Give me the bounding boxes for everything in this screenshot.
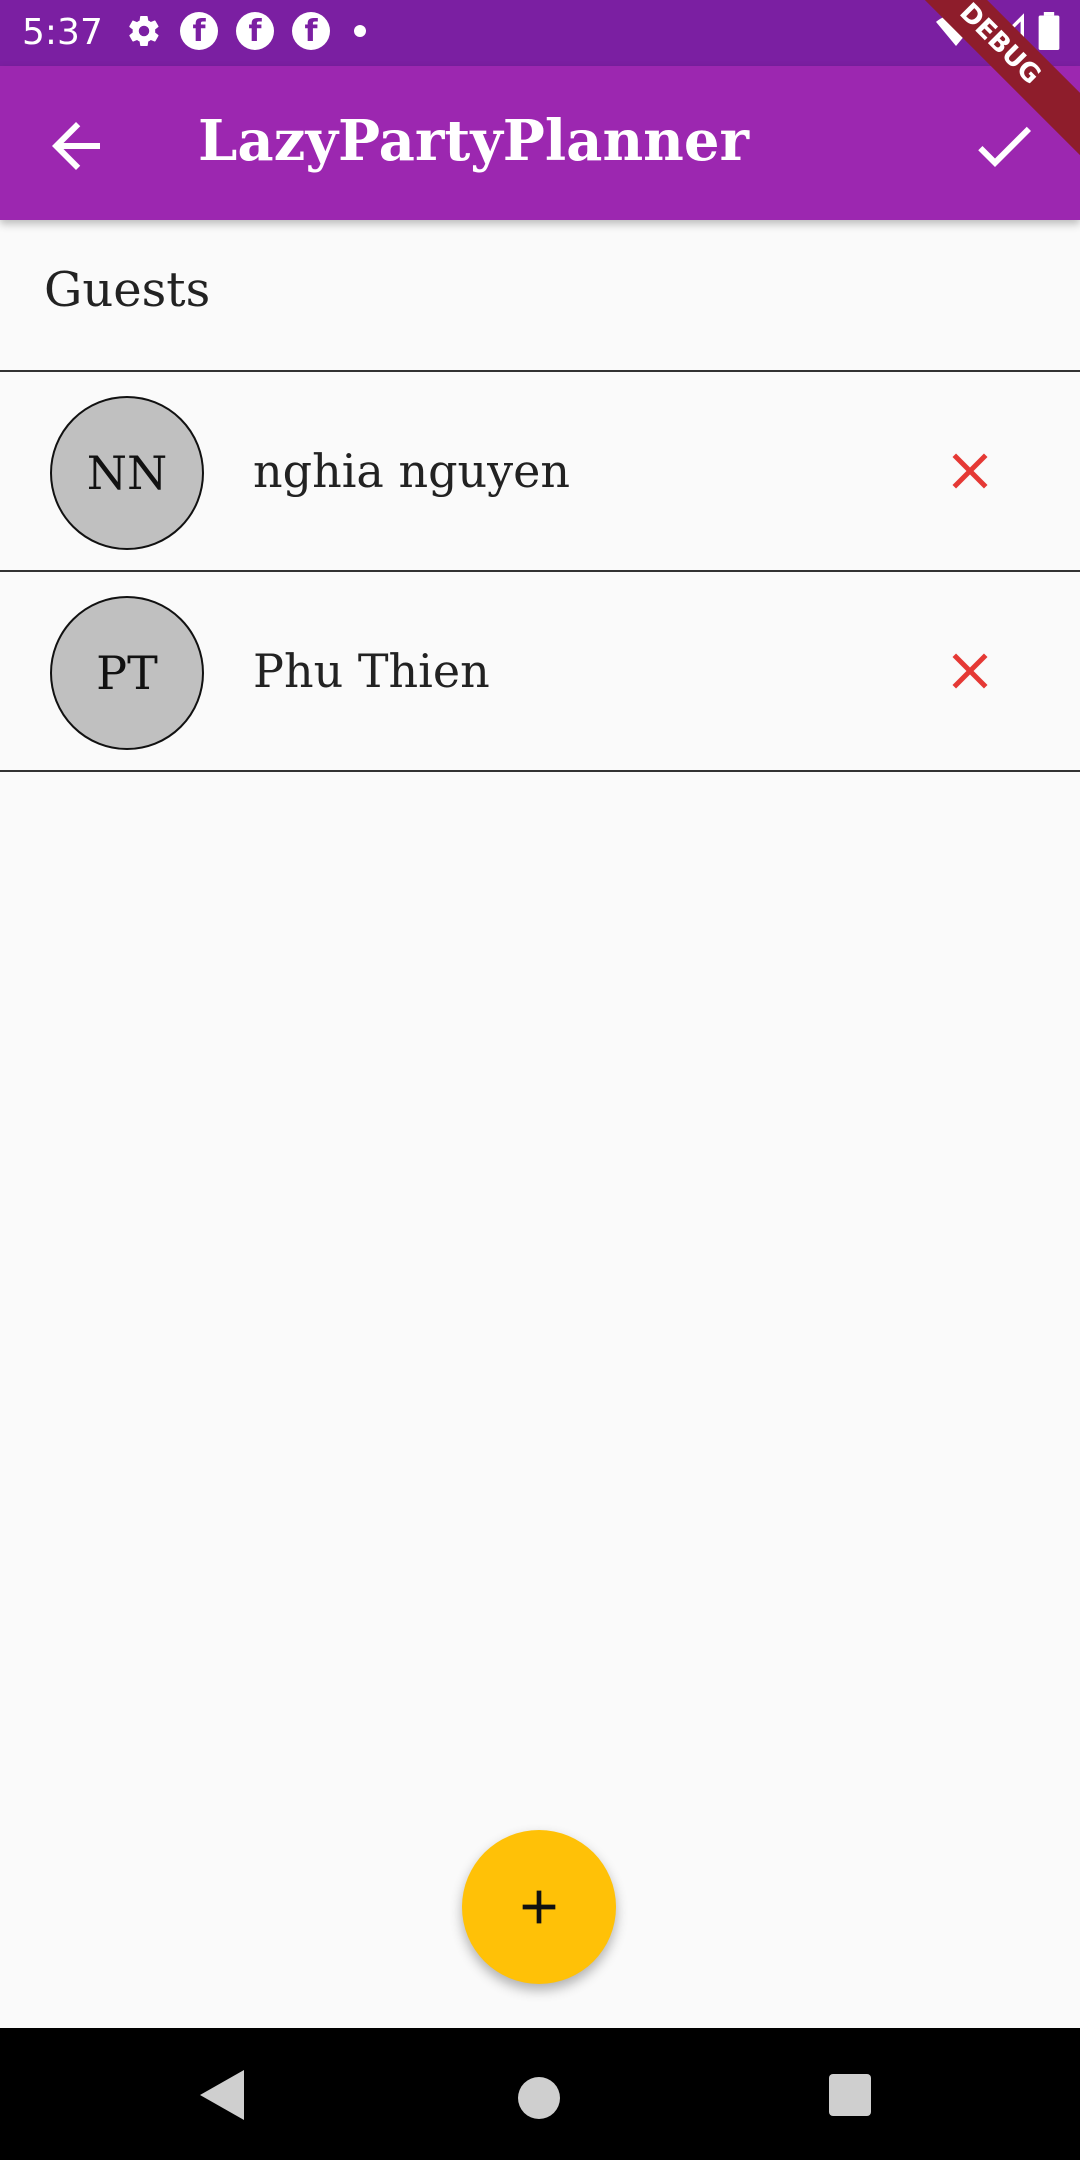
guest-name: nghia nguyen bbox=[253, 444, 570, 498]
status-bar: 5:37 f f f bbox=[0, 0, 1080, 66]
close-icon bbox=[952, 453, 988, 489]
facebook-icon: f bbox=[292, 12, 330, 50]
remove-guest-button[interactable] bbox=[940, 641, 1000, 701]
plus-icon bbox=[522, 1890, 556, 1924]
section-title: Guests bbox=[44, 262, 211, 318]
facebook-icon: f bbox=[180, 12, 218, 50]
status-time: 5:37 bbox=[22, 12, 103, 53]
system-nav-bar bbox=[0, 2028, 1080, 2160]
back-button[interactable] bbox=[40, 110, 112, 182]
dot-icon bbox=[354, 25, 366, 37]
facebook-icon: f bbox=[236, 12, 274, 50]
close-icon bbox=[952, 653, 988, 689]
guest-name: Phu Thien bbox=[253, 644, 490, 698]
list-item[interactable]: PT Phu Thien bbox=[0, 572, 1080, 770]
avatar: NN bbox=[50, 396, 204, 550]
avatar: PT bbox=[50, 596, 204, 750]
check-icon bbox=[978, 126, 1031, 167]
nav-recents-icon[interactable] bbox=[829, 2074, 871, 2116]
add-guest-button[interactable] bbox=[462, 1830, 616, 1984]
status-notification-icons: f f f bbox=[126, 12, 366, 50]
arrow-back-icon bbox=[52, 122, 100, 170]
list-item[interactable]: NN nghia nguyen bbox=[0, 372, 1080, 570]
app-title: LazyPartyPlanner bbox=[198, 108, 750, 174]
remove-guest-button[interactable] bbox=[940, 441, 1000, 501]
app-bar: LazyPartyPlanner bbox=[0, 66, 1080, 220]
battery-icon bbox=[1038, 12, 1060, 50]
confirm-button[interactable] bbox=[968, 110, 1040, 182]
gear-icon bbox=[129, 15, 159, 47]
nav-home-icon[interactable] bbox=[518, 2077, 560, 2119]
nav-back-icon[interactable] bbox=[200, 2070, 244, 2120]
divider bbox=[0, 770, 1080, 772]
